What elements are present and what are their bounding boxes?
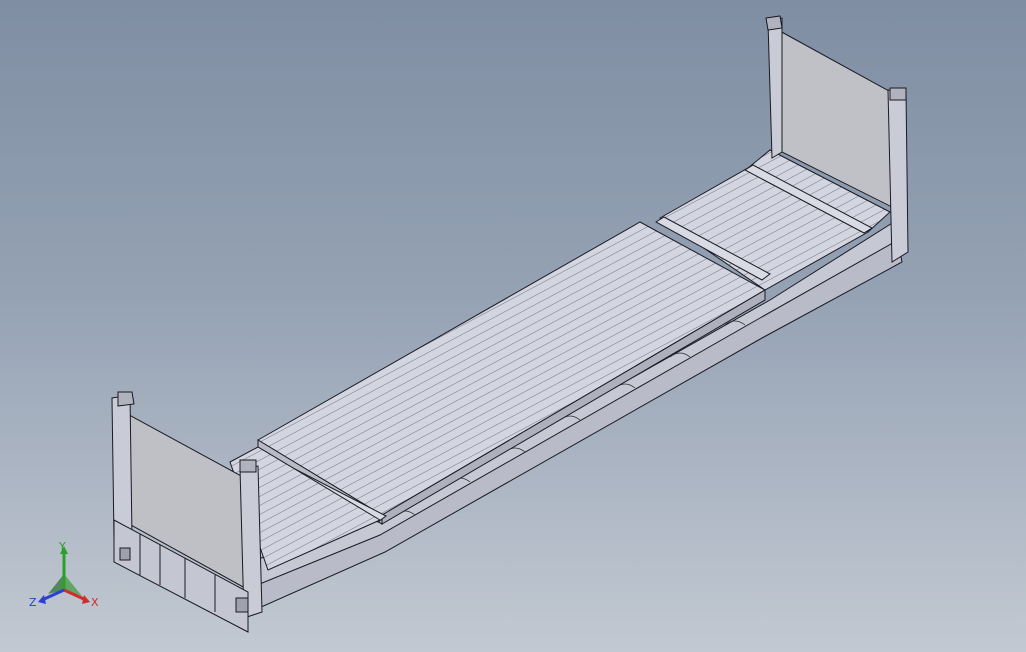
y-axis-label: Y <box>58 540 66 553</box>
z-axis-arrow-icon <box>38 595 46 604</box>
z-axis-label: Z <box>29 596 37 609</box>
cad-viewport[interactable]: Y X Z <box>0 0 1026 652</box>
flat-rack-container-model[interactable] <box>0 0 1026 652</box>
x-axis-label: X <box>91 596 99 609</box>
orientation-triad: Y X Z <box>29 540 99 609</box>
x-axis-arrow-icon <box>82 595 90 604</box>
